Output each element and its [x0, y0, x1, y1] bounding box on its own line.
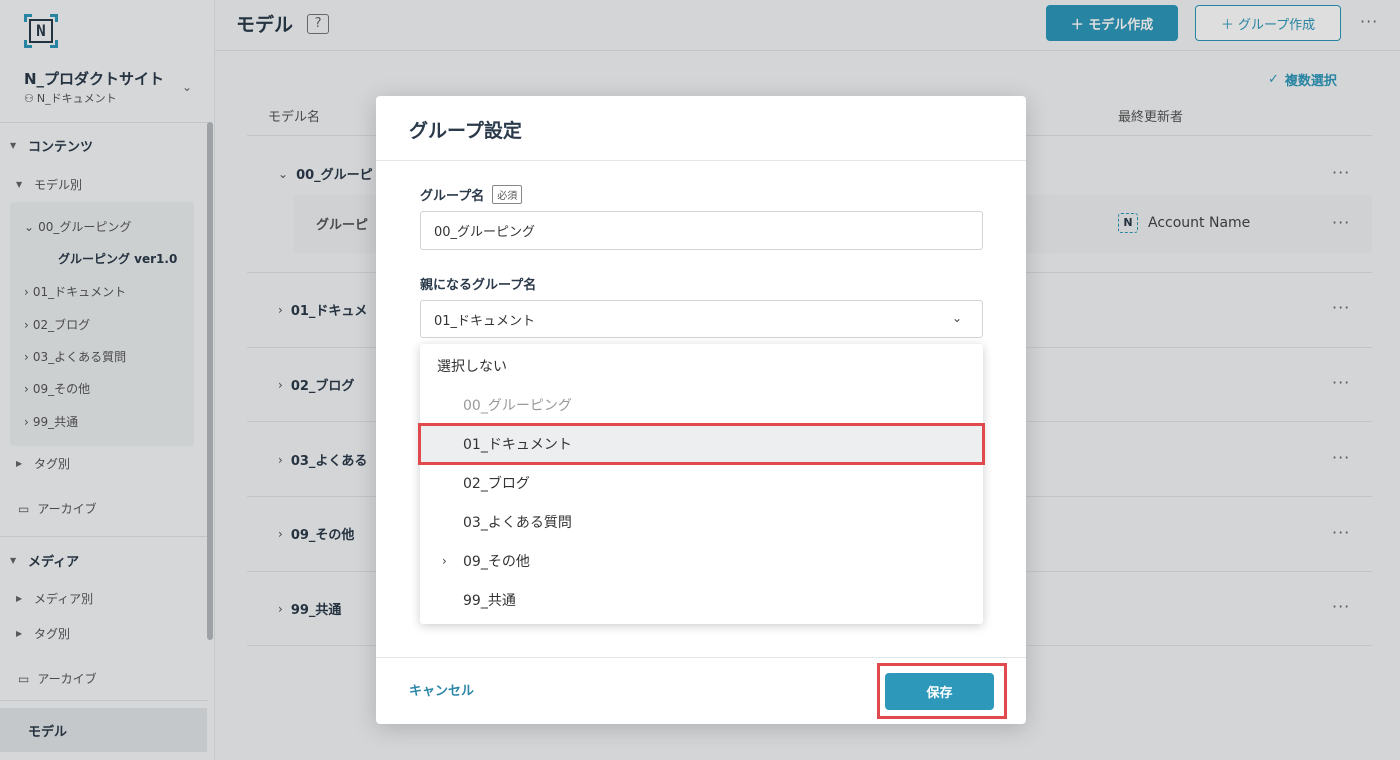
parent-group-select[interactable]: 01_ドキュメント ⌄ [420, 300, 983, 338]
group-name-input[interactable] [420, 211, 983, 250]
option-01[interactable]: 01_ドキュメント [418, 423, 985, 465]
option-02[interactable]: 02_ブログ [420, 464, 983, 502]
modal-title: グループ設定 [409, 120, 522, 142]
option-09[interactable]: › 09_その他 [420, 542, 983, 580]
option-00: 00_グルーピング [463, 398, 572, 414]
parent-group-dropdown: 選択しない 00_グルーピング 01_ドキュメント 02_ブログ 03_よくある… [418, 344, 985, 624]
chevron-right-icon: › [442, 554, 447, 568]
group-settings-modal: グループ設定 グループ名 必須 親になるグループ名 01_ドキュメント ⌄ 選択… [376, 96, 1026, 724]
parent-group-label: 親になるグループ名 [420, 278, 537, 293]
group-name-label: グループ名 必須 [420, 185, 523, 204]
required-badge: 必須 [492, 185, 523, 204]
option-99[interactable]: 99_共通 [420, 581, 983, 619]
option-none[interactable]: 選択しない [420, 347, 983, 385]
option-03[interactable]: 03_よくある質問 [420, 503, 983, 541]
cancel-button[interactable]: キャンセル [409, 680, 474, 699]
chevron-down-icon: ⌄ [951, 311, 962, 325]
divider [376, 657, 1026, 658]
save-button[interactable]: 保存 [885, 673, 994, 710]
divider [376, 160, 1026, 161]
